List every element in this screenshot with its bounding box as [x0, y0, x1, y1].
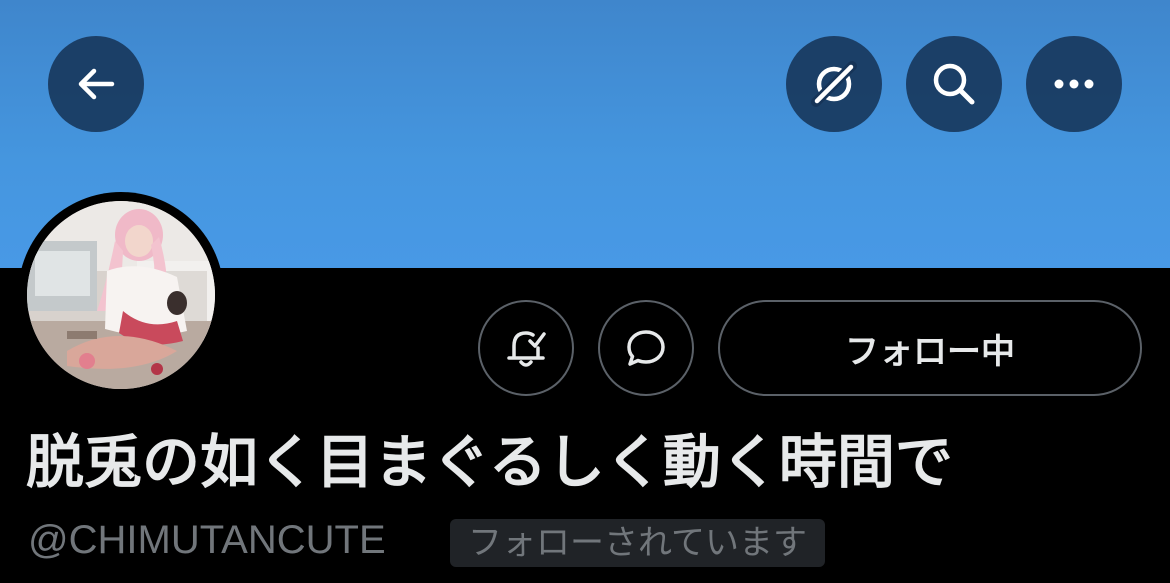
- message-button[interactable]: [598, 300, 694, 396]
- search-icon: [933, 63, 975, 105]
- profile-page: フォロー中 脱兎の如く目まぐるしく動く時間で @CHIMUTANCUTE フォロ…: [0, 0, 1170, 583]
- follows-you-badge: フォローされています: [450, 519, 825, 567]
- translate-off-icon: [811, 61, 857, 107]
- translate-button[interactable]: [786, 36, 882, 132]
- search-button[interactable]: [906, 36, 1002, 132]
- more-horizontal-icon: [1054, 79, 1094, 89]
- profile-handle: @CHIMUTANCUTE: [28, 518, 386, 562]
- avatar[interactable]: [27, 201, 215, 389]
- arrow-left-icon: [78, 68, 115, 100]
- more-button[interactable]: [1026, 36, 1122, 132]
- following-button-label: フォロー中: [845, 331, 1015, 372]
- notifications-button[interactable]: [478, 300, 574, 396]
- message-bubble-icon: [627, 330, 665, 366]
- back-button[interactable]: [48, 36, 144, 132]
- following-button[interactable]: フォロー中: [718, 300, 1142, 396]
- display-name: 脱兎の如く目まぐるしく動く時間で: [26, 428, 953, 496]
- avatar-photo: [27, 201, 215, 389]
- bell-check-icon: [507, 331, 546, 367]
